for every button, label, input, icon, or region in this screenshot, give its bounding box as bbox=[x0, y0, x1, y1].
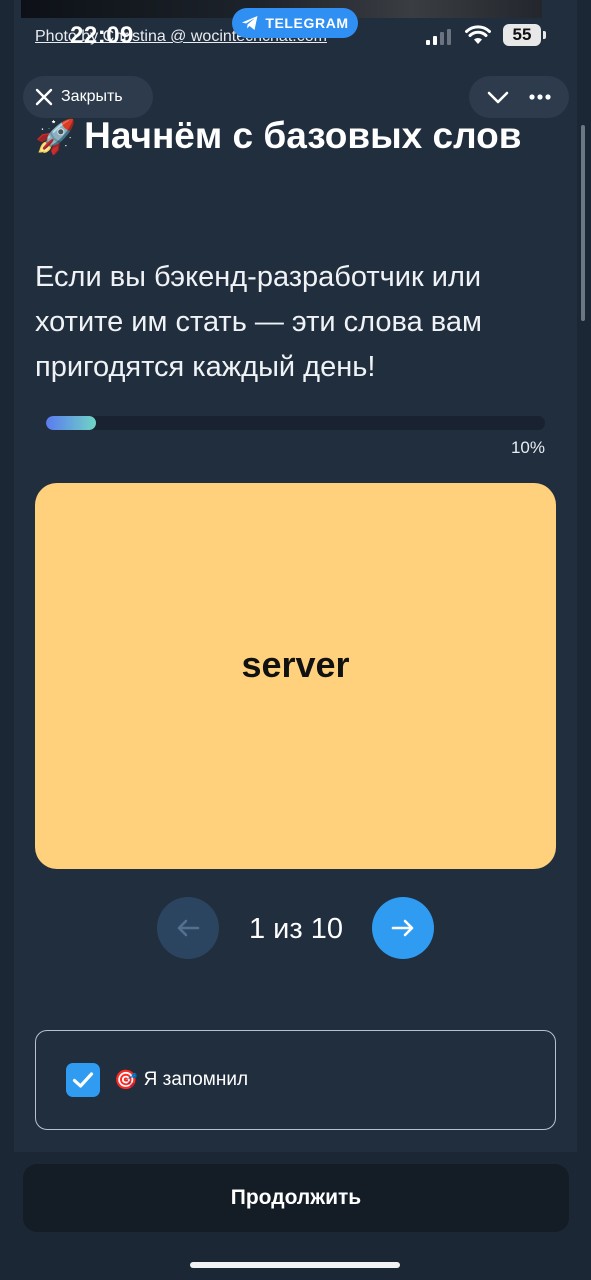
close-icon bbox=[35, 88, 53, 106]
status-bar: Photo by Christina @ wocintechchat.com 2… bbox=[0, 0, 591, 70]
clock: 22:09 bbox=[70, 22, 134, 49]
next-button[interactable] bbox=[372, 897, 434, 959]
progress-fill bbox=[46, 416, 96, 430]
progress-label: 10% bbox=[510, 438, 545, 457]
page-subtitle: Если вы бэкенд-разработчик или хотите им… bbox=[35, 261, 482, 383]
more-icon[interactable] bbox=[528, 93, 552, 101]
telegram-icon bbox=[242, 16, 258, 30]
card-counter: 1 из 10 bbox=[249, 913, 343, 945]
remember-checkbox[interactable] bbox=[66, 1063, 100, 1097]
previous-button[interactable] bbox=[157, 897, 219, 959]
scrollbar[interactable] bbox=[581, 125, 585, 321]
page-title: 🚀 Начнём с базовых слов bbox=[35, 108, 535, 164]
chevron-down-icon[interactable] bbox=[486, 89, 510, 105]
arrow-left-icon bbox=[177, 919, 200, 937]
battery-cap bbox=[543, 31, 546, 39]
page-title-text: Начнём с базовых слов bbox=[84, 115, 522, 156]
close-label: Закрыть bbox=[61, 88, 123, 105]
remember-option[interactable]: 🎯 Я запомнил bbox=[35, 1030, 556, 1130]
flashcard-word: server bbox=[241, 644, 350, 685]
continue-label: Продолжить bbox=[230, 1186, 362, 1209]
wifi-icon bbox=[465, 25, 491, 44]
remember-label: 🎯 Я запомнил bbox=[114, 1068, 248, 1092]
telegram-label: TELEGRAM bbox=[265, 15, 349, 31]
arrow-right-icon bbox=[391, 919, 414, 937]
battery-level: 55 bbox=[512, 25, 532, 44]
telegram-pill[interactable]: TELEGRAM bbox=[232, 8, 358, 38]
target-icon: 🎯 bbox=[114, 1070, 138, 1091]
progress-bar bbox=[46, 416, 545, 430]
checkmark-icon bbox=[72, 1072, 94, 1088]
remember-text: Я запомнил bbox=[143, 1069, 249, 1090]
signal-icon bbox=[426, 29, 451, 45]
rocket-icon: 🚀 bbox=[35, 118, 77, 155]
home-indicator[interactable] bbox=[190, 1262, 400, 1268]
continue-button[interactable]: Продолжить bbox=[23, 1164, 569, 1232]
battery-indicator: 55 bbox=[503, 24, 541, 46]
flashcard[interactable]: server bbox=[35, 483, 556, 869]
